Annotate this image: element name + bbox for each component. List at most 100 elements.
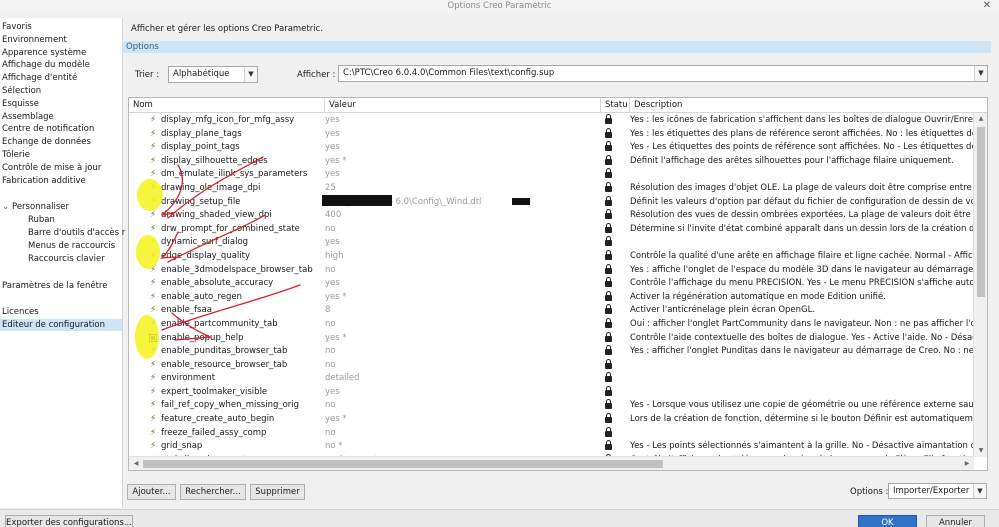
option-value: yes <box>325 115 340 125</box>
sidebar-group-customize[interactable]: ⌄ Personnaliser <box>2 201 69 213</box>
sidebar-item[interactable]: Environnement <box>2 34 67 46</box>
sidebar-item-window-settings[interactable]: Paramètres de la fenêtre <box>2 280 107 292</box>
scroll-right-icon[interactable]: ▶ <box>960 457 974 470</box>
table-row[interactable]: ⚡ edge_display_quality high Contrôle la qua… <box>129 249 974 264</box>
table-row[interactable]: ⚡ drawing_setup_file onfig_Creo\Creo 6.0\C… <box>129 195 974 210</box>
sidebar-subitem[interactable]: Barre d'outils d'accès r <box>28 227 125 239</box>
sidebar-item[interactable]: Affichage d'entité <box>2 72 77 84</box>
ok-button[interactable]: OK <box>858 515 917 527</box>
lock-icon <box>602 209 614 223</box>
sidebar-item[interactable]: Esquisse <box>2 98 39 110</box>
table-row[interactable]: ⚡ display_mfg_icon_for_mfg_assy yes Yes : l… <box>129 114 974 128</box>
lightning-icon: ⚡ <box>149 250 157 261</box>
table-row[interactable]: ⚡ display_silhouette_edges yes * Définit l'… <box>129 154 974 169</box>
scrollbar-thumb[interactable] <box>143 460 663 468</box>
sidebar-item[interactable]: Affichage du modèle <box>2 59 90 71</box>
sort-dropdown[interactable]: Alphabétique ▼ <box>168 66 258 83</box>
table-row[interactable]: ⚡ grid_snap no * Yes - Les points sélection… <box>129 440 974 454</box>
table-row[interactable]: enable_popup_help yes * Contrôle l'aide co… <box>129 331 974 346</box>
option-name: edge_display_quality <box>161 250 251 261</box>
scroll-up-icon[interactable]: ▲ <box>974 113 987 125</box>
option-value: no <box>325 400 336 411</box>
table-row[interactable]: ⚡ enable_fsaa 8 Activer l'anticrénelage ple… <box>129 304 974 318</box>
option-description: Contrôle l'aide contextuelle des boîtes … <box>630 332 974 343</box>
window-title: Options Creo Parametric <box>447 1 552 11</box>
vertical-scrollbar[interactable]: ▲ ▼ <box>973 113 987 457</box>
table-row[interactable]: ⚡ feature_create_auto_begin yes * Lors de l… <box>129 413 974 427</box>
search-button[interactable]: Rechercher... <box>180 484 246 500</box>
lightning-icon: ⚡ <box>149 223 157 234</box>
sidebar-item[interactable]: Assemblage <box>2 111 54 123</box>
sidebar-subitem[interactable]: Menus de raccourcis <box>28 240 115 252</box>
table-row[interactable]: ⚡ freeze_failed_assy_comp no <box>129 426 974 441</box>
scroll-left-icon[interactable]: ◀ <box>129 457 143 470</box>
table-header: Nom Valeur Statu Description <box>129 98 987 113</box>
option-name: drawing_shaded_view_dpi <box>161 210 272 221</box>
scrollbar-thumb[interactable] <box>977 127 985 297</box>
lock-icon <box>602 317 614 332</box>
column-header-status[interactable]: Statu <box>601 98 630 113</box>
sidebar-item[interactable]: Centre de notification <box>2 123 94 135</box>
option-value: no <box>325 223 336 234</box>
table-row[interactable]: ⚡ expert_toolmaker_visible yes <box>129 385 974 400</box>
chevron-down-icon[interactable]: ▼ <box>973 484 986 498</box>
table-row[interactable]: ⚡ enable_3dmodelspace_browser_tab no Yes : … <box>129 263 974 278</box>
display-file-dropdown[interactable]: C:\PTC\Creo 6.0.4.0\Common Files\text\co… <box>338 65 988 82</box>
export-configurations-button[interactable]: Exporter des configurations... <box>5 515 133 527</box>
column-header-value[interactable]: Valeur <box>325 98 601 113</box>
table-row[interactable]: ⚡ drawing_shaded_view_dpi 400 Résolution de… <box>129 209 974 223</box>
table-row[interactable]: ⚡ dm_emulate_ilink_sys_parameters yes <box>129 168 974 182</box>
chevron-down-icon[interactable]: ▼ <box>244 67 257 82</box>
table-row[interactable]: ⚡ dynamic_surf_dialog yes <box>129 236 974 250</box>
option-description: Activer l'anticrénelage plein écran Open… <box>630 305 816 316</box>
chevron-down-icon[interactable]: ▼ <box>974 66 987 81</box>
option-value: no <box>325 427 336 438</box>
table-row[interactable]: ⚡ enable_partcommunity_tab no Oui : affiche… <box>129 317 974 332</box>
close-icon[interactable]: ✕ <box>983 0 991 12</box>
sidebar-item[interactable]: Favoris <box>2 21 32 33</box>
sidebar-item[interactable]: Apparence système <box>2 47 86 59</box>
import-export-value: Importer/Exporter <box>893 486 970 496</box>
option-description: Activer la régénération automatique en m… <box>630 291 886 302</box>
table-row[interactable]: ⚡ display_plane_tags yes Yes : les étiquett… <box>129 127 974 142</box>
sidebar-item[interactable]: Echange de données <box>2 136 91 148</box>
lightning-icon: ⚡ <box>149 400 157 411</box>
table-row[interactable]: ⚡ display_point_tags yes Yes - Les étiquett… <box>129 141 974 155</box>
sidebar-item[interactable]: Sélection <box>2 85 41 97</box>
table-row[interactable]: ⚡ drawing_ole_image_dpi 25 Résolution des i… <box>129 181 974 196</box>
sidebar-subitem[interactable]: Raccourcis clavier <box>28 253 105 265</box>
table-row[interactable]: ⚡ enable_absolute_accuracy yes Contrôle l'a… <box>129 277 974 291</box>
table-row[interactable]: ⚡ environment detailed <box>129 372 974 386</box>
table-row[interactable]: ⚡ enable_punditas_browser_tab no Yes : affi… <box>129 345 974 359</box>
import-export-dropdown[interactable]: Importer/Exporter ▼ <box>888 483 987 499</box>
sidebar-item[interactable]: Tôlerie <box>2 149 30 161</box>
table-row[interactable]: ⚡ enable_auto_regen yes * Activer la régéné… <box>129 290 974 305</box>
option-value: no <box>325 359 336 370</box>
option-name: dynamic_surf_dialog <box>161 237 249 248</box>
lock-icon <box>602 127 614 142</box>
sidebar-item-licenses[interactable]: Licences <box>2 306 39 318</box>
sidebar-group-label: Personnaliser <box>12 202 70 213</box>
add-button[interactable]: Ajouter... <box>127 484 176 500</box>
sidebar-item-config-editor[interactable]: Editeur de configuration <box>0 319 122 332</box>
option-description: Lors de la création de fonction, détermi… <box>630 414 974 425</box>
option-description: Définit l'affichage des arêtes silhouett… <box>630 155 954 166</box>
collapse-icon[interactable]: ⌄ <box>2 201 12 213</box>
delete-button[interactable]: Supprimer <box>250 484 305 500</box>
sidebar-item[interactable]: Fabrication additive <box>2 175 86 187</box>
column-header-description[interactable]: Description <box>630 98 987 113</box>
horizontal-scrollbar[interactable]: ◀ ▶ <box>129 456 974 470</box>
sidebar-item[interactable]: Contrôle de mise à jour <box>2 162 101 174</box>
table-row[interactable]: ⚡ drw_prompt_for_combined_state no Détermin… <box>129 222 974 237</box>
column-header-name[interactable]: Nom <box>129 98 325 113</box>
cancel-button[interactable]: Annuler <box>926 515 985 527</box>
table-row[interactable]: ⚡ fail_ref_copy_when_missing_orig no Yes - … <box>129 399 974 413</box>
sidebar-subitem[interactable]: Ruban <box>28 214 55 226</box>
table-row[interactable]: ⚡ enable_resource_browser_tab no <box>129 358 974 373</box>
lock-icon <box>602 426 614 441</box>
scroll-down-icon[interactable]: ▼ <box>974 445 987 457</box>
option-name: enable_punditas_browser_tab <box>161 346 288 357</box>
option-description: Résolution des images d'objet OLE. La pl… <box>630 182 974 193</box>
option-name: enable_resource_browser_tab <box>161 359 288 370</box>
option-description: Yes - Lorsque vous utilisez une copie de… <box>630 400 974 411</box>
